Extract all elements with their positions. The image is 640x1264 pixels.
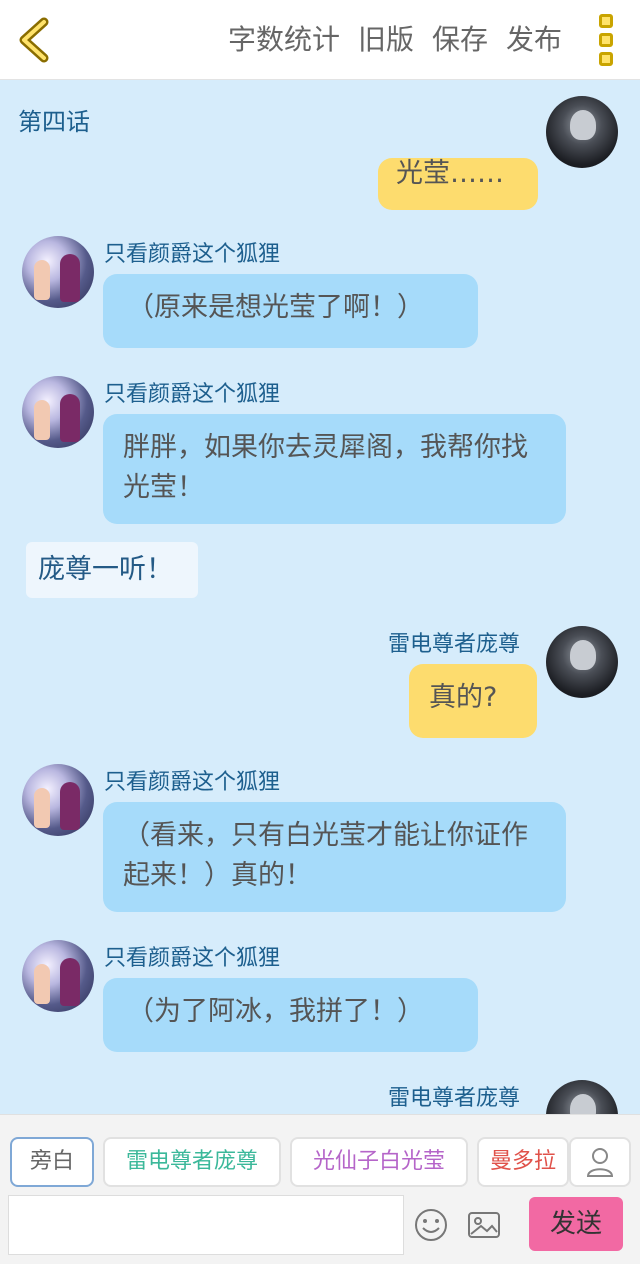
smiley-icon[interactable] (413, 1207, 449, 1243)
user-icon[interactable] (569, 1137, 631, 1187)
avatar[interactable] (22, 764, 94, 836)
role-narration[interactable]: 旁白 (10, 1137, 94, 1187)
more-vertical-icon[interactable] (596, 14, 616, 66)
message-bubble[interactable]: 胖胖，如果你去灵犀阁，我帮你找光莹！ (103, 414, 566, 524)
avatar[interactable] (22, 376, 94, 448)
speaker-name: 雷电尊者庞尊 (388, 632, 521, 657)
message-bubble[interactable]: 真的? (409, 664, 537, 738)
chat-area[interactable]: 第四话 光莹…… 只看颜爵这个狐狸 （原来是想光莹了啊！） 只看颜爵这个狐狸 胖… (0, 80, 640, 1114)
speaker-name: 只看颜爵这个狐狸 (104, 946, 281, 971)
word-count-button[interactable]: 字数统计 (228, 20, 340, 60)
message-bubble[interactable]: （原来是想光莹了啊！） (103, 274, 478, 348)
chevron-left-icon[interactable] (14, 16, 54, 64)
save-button[interactable]: 保存 (432, 20, 488, 60)
image-icon[interactable] (466, 1207, 502, 1243)
top-bar: 字数统计 旧版 保存 发布 (0, 0, 640, 80)
speaker-name: 雷电尊者庞尊 (388, 1086, 521, 1111)
speaker-name: 只看颜爵这个狐狸 (104, 242, 281, 267)
role-pangzun[interactable]: 雷电尊者庞尊 (103, 1137, 281, 1187)
chapter-title: 第四话 (18, 108, 90, 136)
publish-button[interactable]: 发布 (506, 20, 562, 60)
message-bubble[interactable]: 光莹…… (378, 158, 538, 210)
composer: 旁白 雷电尊者庞尊 光仙子白光莹 曼多拉 发送 (0, 1114, 640, 1264)
avatar[interactable] (22, 236, 94, 308)
role-manduola[interactable]: 曼多拉 (477, 1137, 569, 1187)
narration-bubble[interactable]: 庞尊一听！ (26, 542, 198, 598)
role-baiguangying[interactable]: 光仙子白光莹 (290, 1137, 468, 1187)
message-bubble[interactable]: （看来，只有白光莹才能让你证作起来！）真的！ (103, 802, 566, 912)
old-version-button[interactable]: 旧版 (358, 20, 414, 60)
role-selector: 旁白 雷电尊者庞尊 光仙子白光莹 曼多拉 (0, 1137, 640, 1189)
avatar[interactable] (546, 96, 618, 168)
speaker-name: 只看颜爵这个狐狸 (104, 382, 281, 407)
message-bubble[interactable]: （为了阿冰，我拼了！） (103, 978, 478, 1052)
avatar[interactable] (546, 626, 618, 698)
message-input[interactable] (8, 1195, 404, 1255)
avatar[interactable] (546, 1080, 618, 1114)
avatar[interactable] (22, 940, 94, 1012)
header-actions: 字数统计 旧版 保存 发布 (228, 20, 562, 60)
speaker-name: 只看颜爵这个狐狸 (104, 770, 281, 795)
send-button[interactable]: 发送 (529, 1197, 623, 1251)
